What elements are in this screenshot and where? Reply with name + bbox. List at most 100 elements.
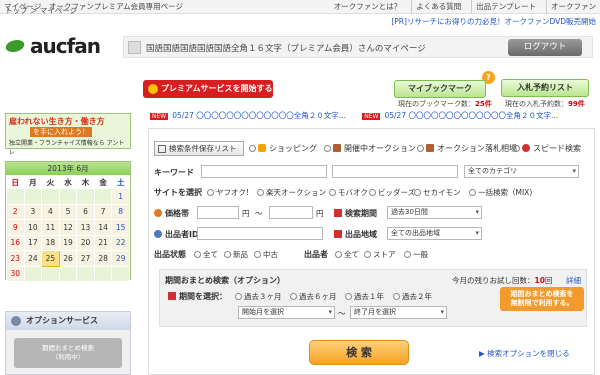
period-radio-2y[interactable]: 過去２年 <box>393 291 432 302</box>
gavel-icon <box>426 144 434 152</box>
region-select[interactable]: 全ての出品地域 <box>387 227 482 240</box>
calendar-day <box>58 265 78 282</box>
seller-type-label: 出品者 <box>304 250 328 259</box>
seller-radio-general[interactable]: 一般 <box>404 249 428 260</box>
calendar-day[interactable]: 2 <box>6 203 25 220</box>
calendar-day[interactable]: 3 <box>23 203 43 220</box>
calendar-day[interactable]: 13 <box>76 219 95 236</box>
site-radio-rakuten[interactable]: 楽天オークション <box>257 187 326 198</box>
saved-search-list-button[interactable]: 検索条件保存リスト <box>154 141 244 156</box>
calendar-icon <box>334 209 342 217</box>
tab-shopping[interactable]: ショッピング <box>249 143 317 154</box>
bookmark-label: マイブックマーク <box>408 84 472 93</box>
seller-id-input[interactable] <box>197 227 323 240</box>
calendar-day[interactable]: 7 <box>93 203 113 220</box>
topbar-link-template[interactable]: 出品テンプレート <box>471 0 536 14</box>
ad-banner[interactable]: 雇われない生き方・働き方 を手に入れよう！ 独立開業・フランチャイズ情報なら ア… <box>5 113 131 156</box>
topbar-link-aucfan[interactable]: オークファン <box>546 0 596 14</box>
detail-link[interactable]: 詳細 <box>566 275 581 286</box>
calendar-grid: 日 月 火 水 木 金 土 1 2 3 4 5 6 7 8 9 10 11 12 13 14 15 16 17 1… <box>6 175 130 282</box>
period-radio-3m[interactable]: 過去３ヶ月 <box>235 291 282 302</box>
site-radio-mobaoku[interactable]: モバオク <box>329 187 368 198</box>
calendar-day <box>23 188 43 205</box>
calendar-day[interactable]: 25 <box>41 250 60 267</box>
start-premium-button[interactable]: プレミアムサービスを開始する <box>143 80 273 98</box>
aucfan-logo[interactable]: aucfan <box>6 34 101 58</box>
news-item[interactable]: NEW 05/27 〇〇〇〇〇〇〇〇〇〇〇〇〇全角２０文字... <box>362 111 558 120</box>
calendar-day[interactable]: 20 <box>76 234 95 251</box>
calendar-day[interactable]: 8 <box>111 203 130 220</box>
calendar-day[interactable]: 23 <box>6 250 25 267</box>
price-min-input[interactable] <box>197 206 239 219</box>
topbar-link-about[interactable]: オークファンとは？ <box>330 0 402 14</box>
condition-radio-used[interactable]: 中古 <box>254 249 278 260</box>
calendar-day[interactable]: 9 <box>6 219 25 236</box>
end-month-select[interactable]: 終了月を選択 <box>350 306 447 319</box>
topbar-link-faq[interactable]: よくある質問 <box>411 0 461 14</box>
condition-radio-all[interactable]: 全て <box>194 249 218 260</box>
site-radio-mix[interactable]: 一括検索（MIX) <box>469 187 532 198</box>
period-select[interactable]: 過去30日間 <box>387 206 482 219</box>
calendar-day[interactable]: 6 <box>76 203 95 220</box>
period-search-inuse-button[interactable]: 期間おまとめ検索 （利用中） <box>14 338 122 368</box>
period-label: 検索期間 <box>334 208 377 219</box>
bid-reservation-list-button[interactable]: 入札予約リスト <box>501 79 589 97</box>
seller-radio-store[interactable]: ストア <box>364 249 396 260</box>
calendar-day[interactable]: 12 <box>58 219 78 236</box>
calendar-day[interactable]: 27 <box>76 250 95 267</box>
calendar-day[interactable]: 16 <box>6 234 25 251</box>
calendar-day <box>58 188 78 205</box>
calendar-day[interactable]: 5 <box>58 203 78 220</box>
ad-headline: 雇われない生き方・働き方 <box>9 117 105 126</box>
tab-closed-auction[interactable]: オークション落札相場 <box>417 143 517 154</box>
calendar-day[interactable]: 1 <box>111 188 130 205</box>
category-select[interactable]: 全てのカテゴリ <box>464 165 579 178</box>
site-radio-bidders[interactable]: ビッダーズ <box>369 187 415 198</box>
calendar-day[interactable]: 21 <box>93 234 113 251</box>
breadcrumb[interactable]: トップ ＞ マイページ <box>5 5 77 16</box>
calendar-day[interactable]: 15 <box>111 219 130 236</box>
calendar-day[interactable]: 11 <box>41 219 60 236</box>
calendar-day[interactable]: 4 <box>41 203 60 220</box>
search-button[interactable]: 検 索 <box>309 340 409 365</box>
calendar-day[interactable]: 18 <box>41 234 60 251</box>
keyword-exclude-input[interactable] <box>332 165 458 178</box>
dow-cell: 日 <box>6 175 25 189</box>
calendar-day[interactable]: 29 <box>111 250 130 267</box>
calendar-day[interactable]: 26 <box>58 250 78 267</box>
site-radio-sekaimon[interactable]: セカイモン <box>414 187 461 198</box>
top-utility-bar: マイページ オークファンプレミアム会員専用ページ オークファンとは？ よくある質… <box>0 0 600 14</box>
calendar-day[interactable]: 28 <box>93 250 113 267</box>
calendar-day[interactable]: 17 <box>23 234 43 251</box>
bid-count: 現在の入札予約数：99件 <box>505 100 585 108</box>
pr-promo-link[interactable]: [PR]リサーチにお得りの力必見！オークファンDVD販売開始 <box>391 16 596 27</box>
calendar-day[interactable]: 14 <box>93 219 113 236</box>
speed-icon <box>522 144 530 152</box>
avatar <box>128 41 141 54</box>
news-item[interactable]: NEW 05/27 〇〇〇〇〇〇〇〇〇〇〇〇〇全角２０文字... <box>150 111 346 120</box>
unlimited-bulk-search-button[interactable]: 期間おまとめ検索を 無制限で利用する。 <box>500 287 584 311</box>
calendar-day[interactable]: 30 <box>6 265 25 282</box>
keyword-input[interactable] <box>201 165 327 178</box>
logout-button[interactable]: ログアウト <box>508 39 582 56</box>
close-search-options-link[interactable]: ▶ 検索オプションを閉じる <box>479 348 570 359</box>
site-label: サイトを選択 <box>154 188 202 197</box>
calendar-day[interactable]: 10 <box>23 219 43 236</box>
calendar-day <box>41 265 60 282</box>
calendar-day[interactable]: 24 <box>23 250 43 267</box>
condition-radio-new[interactable]: 新品 <box>224 249 248 260</box>
price-max-input[interactable] <box>269 206 313 219</box>
my-bookmark-button[interactable]: マイブックマーク <box>394 80 486 98</box>
period-radio-1y[interactable]: 過去１年 <box>345 291 384 302</box>
lock-icon <box>258 144 266 152</box>
user-bar: 国語国語国語国語国語全角１６文字（プレミアム会員）さんのマイページ ログアウト <box>123 36 593 58</box>
calendar-day[interactable]: 22 <box>111 234 130 251</box>
start-month-select[interactable]: 開始月を選択 <box>238 306 335 319</box>
site-radio-yahoo[interactable]: ヤフオク! <box>207 187 249 198</box>
tab-speed-search[interactable]: スピード検索 <box>513 143 581 154</box>
calendar-day[interactable]: 19 <box>58 234 78 251</box>
tab-live-auction[interactable]: 開催中オークション <box>324 143 416 154</box>
period-radio-6m[interactable]: 過去６ヶ月 <box>290 291 337 302</box>
remaining-trials: 今月の残りお試し回数：10回 <box>452 276 553 285</box>
seller-radio-all[interactable]: 全て <box>335 249 359 260</box>
